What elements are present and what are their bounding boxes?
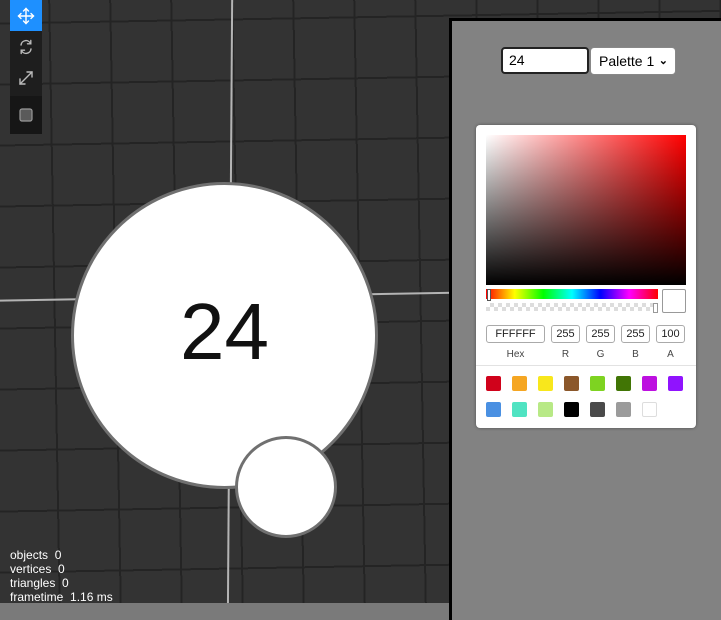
render-stats: objects 0 vertices 0 triangles 0 frameti… [10,548,113,604]
stat-objects: objects 0 [10,548,62,562]
preset-swatch[interactable] [616,376,631,391]
hue-slider-handle[interactable] [487,289,491,301]
preset-swatch[interactable] [590,402,605,417]
blue-label: B [632,349,639,360]
move-tool-button[interactable] [10,0,42,31]
move-icon [17,7,35,24]
red-label: R [561,349,570,360]
preset-swatch[interactable] [538,376,553,391]
green-input[interactable]: 255 [586,325,615,343]
preset-swatch[interactable] [590,376,605,391]
hex-label: Hex [506,349,525,360]
rotate-icon [20,39,32,54]
preset-swatch[interactable] [564,376,579,391]
preset-swatch[interactable] [668,376,683,391]
alpha-slider[interactable] [486,303,658,311]
preset-swatch[interactable] [486,402,501,417]
preset-swatch[interactable] [512,402,527,417]
hex-input[interactable]: FFFFFF [486,325,545,343]
alpha-label: A [667,349,674,360]
chevron-down-icon: ⌄ [658,55,668,67]
select-box-icon [19,108,33,122]
color-picker: FFFFFF 255 255 255 100 Hex R G B A [476,125,696,428]
alpha-slider-handle[interactable] [653,303,658,313]
transform-toolbar [10,0,42,134]
blue-input[interactable]: 255 [621,325,650,343]
preset-swatch[interactable] [642,402,657,417]
palette-select[interactable]: Palette 1 ⌄ [590,47,676,75]
red-input[interactable]: 255 [551,325,580,343]
preset-swatch[interactable] [616,402,631,417]
alpha-input[interactable]: 100 [656,325,685,343]
main-bubble-label: 24 [180,286,269,376]
bubble-text-input[interactable]: 24 [501,47,589,74]
side-panel: 24 Palette 1 ⌄ FFFFFF 255 255 255 100 He… [449,18,721,620]
scale-icon [19,70,33,85]
stat-frametime: frametime 1.16 ms [10,590,113,604]
scale-tool-button[interactable] [10,62,42,93]
preset-swatch[interactable] [538,402,553,417]
preset-swatch[interactable] [564,402,579,417]
select-box-tool-button[interactable] [10,96,42,134]
main-bubble[interactable]: 24 [71,182,378,489]
stat-triangles: triangles 0 [10,576,69,590]
green-label: G [596,349,605,360]
saturation-area[interactable] [486,135,686,285]
rotate-tool-button[interactable] [10,31,42,62]
preset-swatch[interactable] [486,376,501,391]
preset-swatch[interactable] [512,376,527,391]
hue-slider[interactable] [486,289,658,299]
current-color-preview [662,289,686,313]
stat-vertices: vertices 0 [10,562,65,576]
swatch-divider [476,365,696,366]
palette-select-value: Palette 1 [599,53,655,69]
tail-bubble[interactable] [235,436,337,538]
preset-swatch[interactable] [642,376,657,391]
